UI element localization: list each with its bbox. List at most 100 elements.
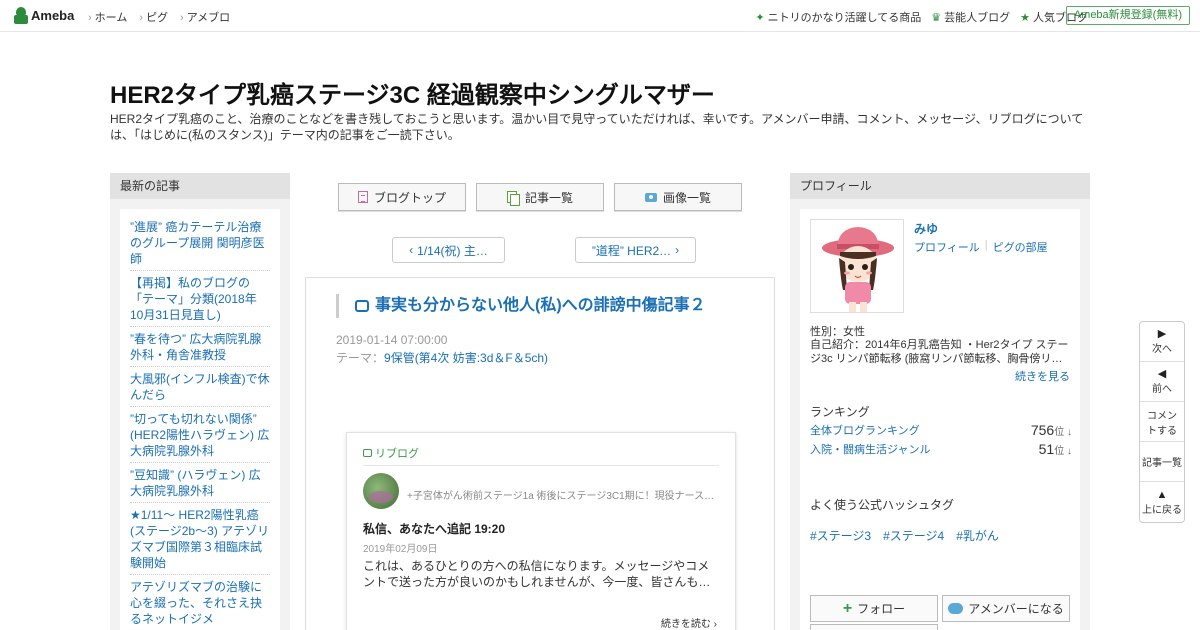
profile-box: みゆ プロフィール | ピグの部屋 性別：女性 自己紹介：2014年6月乳癌告知… xyxy=(800,209,1080,630)
article: 事実も分からない他人(私)への誹謗中傷記事２ 2019-01-14 07:00:… xyxy=(305,277,775,630)
article-list-label: 記事一覧 xyxy=(524,190,573,205)
article-list-button[interactable]: 記事一覧 xyxy=(476,183,604,211)
hashtag-link[interactable]: #ステージ3 xyxy=(810,527,871,544)
reblog-icon xyxy=(355,300,369,312)
recent-article-link[interactable]: 【再掲】私のブログの「テーマ」分類(2018年10月31日見直し) xyxy=(130,271,270,327)
nav-ameblo-link[interactable]: アメブロ xyxy=(180,9,230,25)
float-top-label: 上に戻る xyxy=(1142,504,1182,516)
ameba-logo[interactable]: Ameba xyxy=(14,7,74,24)
rank-number: 51 xyxy=(1038,441,1055,457)
float-prev-button[interactable]: ◀ 前へ xyxy=(1140,362,1184,402)
rank-number: 756 xyxy=(1030,422,1055,438)
blog-top-button[interactable]: ブログトップ xyxy=(338,183,466,211)
article-title-text: 事実も分からない他人(私)への誹謗中傷記事２ xyxy=(375,297,706,314)
reblog-title: 私信、あなたへ追記 19:20 xyxy=(363,522,506,536)
star-icon: ★ xyxy=(1020,11,1030,24)
recent-article-link[interactable]: ★1/11～ HER2陽性乳癌(ステージ2b～3) アテゾリズマブ国際第３相臨床… xyxy=(130,503,270,575)
recent-article-link[interactable]: ”切っても切れない関係” (HER2陽性ハラヴェン) 広大病院乳腺外科 xyxy=(130,407,270,463)
recent-article-link[interactable]: ”豆知識” (ハラヴェン) 広大病院乳腺外科 xyxy=(130,463,270,503)
recent-article-link[interactable]: ”進展” 癌カテーテル治療のグループ展開 関明彦医師 xyxy=(130,215,270,271)
prev-article-button[interactable]: ‹ 1/14(祝) 主… xyxy=(392,237,505,263)
floating-nav: ▶ 次へ ◀ 前へ コメントする 記事一覧 ▲ 上に戻る xyxy=(1139,321,1185,523)
page-icon xyxy=(357,191,368,203)
follow-label: フォロー xyxy=(857,602,906,616)
recent-article-link[interactable]: アテゾリズマブの治験に心を綴った、それさえ抉るネットイジメ xyxy=(130,575,270,630)
nitori-link[interactable]: ✦ ニトリのかなり活躍してる商品 xyxy=(755,9,921,25)
theme-link[interactable]: 9保管(第4次 妨害:3d＆F＆5ch) xyxy=(384,351,548,365)
ranking-genre-value: 51位 ↓ xyxy=(1039,441,1072,457)
prev-article-label: 1/14(祝) 主… xyxy=(417,243,488,258)
float-comment-label: コメントする xyxy=(1147,410,1177,437)
float-next-button[interactable]: ▶ 次へ xyxy=(1140,322,1184,362)
float-comment-button[interactable]: コメントする xyxy=(1140,402,1184,442)
recent-articles-panel: 最新の記事 ”進展” 癌カテーテル治療のグループ展開 関明彦医師 【再掲】私のブ… xyxy=(110,173,290,630)
reblog-label: リブログ xyxy=(363,445,419,461)
documents-icon xyxy=(506,190,520,206)
follow-buttons: + フォロー アメンバーになる xyxy=(810,595,1070,622)
chevron-left-icon: ‹ xyxy=(409,243,414,257)
image-list-label: 画像一覧 xyxy=(662,190,711,205)
reblog-excerpt: これは、あるひとりの方への私信になります。メッセージやコメントで送った方が良いの… xyxy=(363,559,711,589)
article-theme: テーマ：9保管(第4次 妨害:3d＆F＆5ch) xyxy=(336,349,548,366)
recent-article-link[interactable]: ”春を待つ” 広大病院乳腺外科・角舎准教授 xyxy=(130,327,270,367)
blog-nav-buttons: ブログトップ 記事一覧 画像一覧 xyxy=(338,183,742,211)
ranking-overall-value: 756位 ↓ xyxy=(1031,422,1072,438)
reblog-date: 2019年02月09日 xyxy=(363,544,438,555)
follow-button[interactable]: + フォロー xyxy=(810,595,938,622)
float-next-label: 次へ xyxy=(1152,344,1172,355)
next-article-label: ”道程” HER2… xyxy=(591,243,672,258)
read-more-link[interactable]: 続きを読む › xyxy=(661,615,717,630)
theme-label: テーマ： xyxy=(336,351,385,365)
profile-link[interactable]: プロフィール xyxy=(914,239,980,255)
float-list-button[interactable]: 記事一覧 xyxy=(1140,442,1184,482)
chevron-right-icon: › xyxy=(713,619,717,630)
profile-links: プロフィール | ピグの部屋 xyxy=(914,239,1048,255)
article-title[interactable]: 事実も分からない他人(私)への誹謗中傷記事２ xyxy=(336,294,706,318)
profile-avatar[interactable] xyxy=(810,219,904,313)
divider xyxy=(363,465,719,466)
see-more-link[interactable]: 続きを見る xyxy=(1015,368,1070,384)
logo-text: Ameba xyxy=(31,8,75,23)
nav-home-link[interactable]: ホーム xyxy=(88,9,128,25)
camera-icon xyxy=(644,192,657,202)
profile-name[interactable]: みゆ xyxy=(914,220,938,237)
profile-gender: 性別：女性 xyxy=(810,326,865,338)
blog-title[interactable]: HER2タイプ乳癌ステージ3C 経過観察中シングルマザー xyxy=(110,75,715,110)
amember-button[interactable]: アメンバーになる xyxy=(942,595,1070,622)
ranking-overall-link[interactable]: 全体ブログランキング xyxy=(810,422,920,438)
read-more-label: 続きを読む xyxy=(660,619,711,630)
register-button[interactable]: Ameba新規登録(無料) xyxy=(1065,6,1190,25)
plus-icon: + xyxy=(842,599,853,617)
recent-article-link[interactable]: 大風邪(インフル検査)で休んだら xyxy=(130,367,270,407)
hashtag-link[interactable]: #ステージ4 xyxy=(883,527,944,544)
nav-pigg-link[interactable]: ピグ xyxy=(139,9,168,25)
header-right-links: ✦ ニトリのかなり活躍してる商品 ♛ 芸能人ブログ ★ 人気ブログ xyxy=(755,9,1088,25)
celebrity-blog-link[interactable]: ♛ 芸能人ブログ xyxy=(931,9,1010,25)
blog-top-label: ブログトップ xyxy=(373,190,446,205)
float-list-label: 記事一覧 xyxy=(1142,458,1182,469)
reblog-small-icon xyxy=(363,449,372,457)
triangle-right-icon: ▶ xyxy=(1157,328,1167,340)
link-separator: | xyxy=(984,239,988,251)
crown-icon: ♛ xyxy=(931,11,942,24)
amember-label: アメンバーになる xyxy=(968,602,1064,616)
recent-articles-list: ”進展” 癌カテーテル治療のグループ展開 関明彦医師 【再掲】私のブログの「テー… xyxy=(120,209,280,630)
ranking-row: 全体ブログランキング 756位 ↓ xyxy=(810,422,1072,438)
float-top-button[interactable]: ▲ 上に戻る xyxy=(1140,482,1184,522)
global-header: Ameba ホーム ピグ アメブロ ✦ニトリのかなり活躍してる商品 ♛芸能人ブロ… xyxy=(0,0,1200,32)
ranking-row: 入院・闘病生活ジャンル 51位 ↓ xyxy=(810,441,1072,457)
extra-button[interactable] xyxy=(810,624,938,630)
global-nav: ホーム ピグ アメブロ xyxy=(88,9,230,25)
profile-intro: 自己紹介：2014年6月乳癌告知 ・Her2タイプ ステージ3c リンパ節転移 … xyxy=(810,339,1069,365)
reblog-label-text: リブログ xyxy=(375,448,419,460)
sparkle-icon: ✦ xyxy=(755,11,765,24)
pigg-room-link[interactable]: ピグの部屋 xyxy=(993,239,1048,255)
recent-articles-heading: 最新の記事 xyxy=(110,173,290,199)
image-list-button[interactable]: 画像一覧 xyxy=(614,183,742,211)
ranking-genre-link[interactable]: 入院・闘病生活ジャンル xyxy=(810,441,930,457)
next-article-button[interactable]: ”道程” HER2… › xyxy=(575,237,696,263)
celebrity-blog-label: 芸能人ブログ xyxy=(944,12,1011,24)
hashtag-link[interactable]: #乳がん xyxy=(956,527,999,544)
reblog-card[interactable]: リブログ +子宮体がん術前ステージ1a 術後にステージ3C1期に！現役ナース… … xyxy=(346,432,736,630)
hashtag-list: #ステージ3 #ステージ4 #乳がん xyxy=(810,527,999,544)
